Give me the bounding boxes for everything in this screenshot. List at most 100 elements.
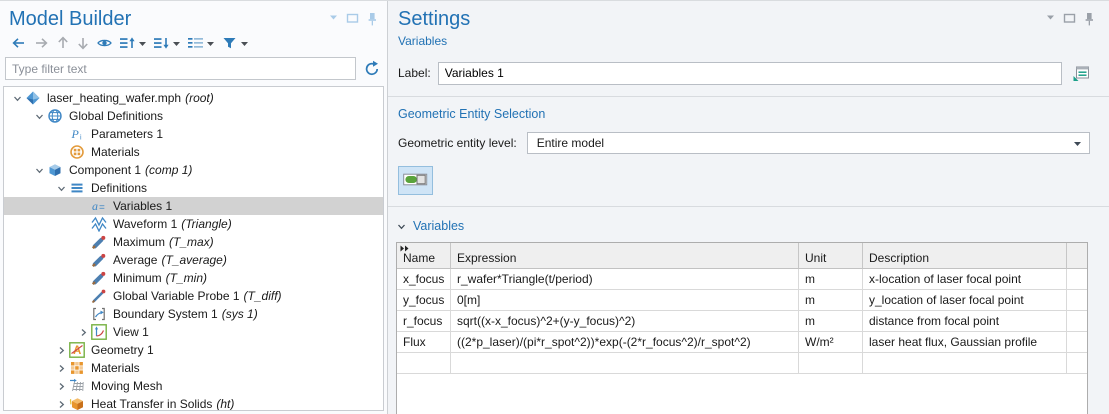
- table-cell[interactable]: 0[m]: [451, 290, 799, 311]
- table-cell[interactable]: [799, 353, 863, 374]
- variables-a-icon: a=: [91, 198, 108, 214]
- probe-slim-icon: [91, 288, 108, 304]
- expand-icon[interactable]: [76, 327, 91, 338]
- panel-menu-button[interactable]: [328, 12, 339, 26]
- table-cell[interactable]: [1067, 290, 1087, 311]
- active-selection-toggle-button[interactable]: [398, 166, 433, 195]
- tree-item[interactable]: AGeometry 1: [4, 341, 383, 359]
- tree-item[interactable]: Global Variable Probe 1(T_diff): [4, 287, 383, 305]
- table-cell[interactable]: y_focus: [397, 290, 451, 311]
- expand-all-dropdown-icon[interactable]: [172, 39, 181, 48]
- expand-icon[interactable]: [54, 345, 69, 356]
- collapse-icon[interactable]: [32, 165, 47, 176]
- geometric-entity-level-value: Entire model: [537, 136, 604, 150]
- tree-item[interactable]: Maximum(T_max): [4, 233, 383, 251]
- filter-dropdown-icon[interactable]: [240, 39, 249, 48]
- tree-item-tag: (T_min): [166, 271, 207, 285]
- expand-icon[interactable]: [54, 381, 69, 392]
- tree-item[interactable]: Materials: [4, 359, 383, 377]
- table-cell[interactable]: [1067, 332, 1087, 353]
- tree-item[interactable]: Definitions: [4, 179, 383, 197]
- geometric-entity-selection-heading: Geometric Entity Selection: [388, 97, 1109, 121]
- table-body: x_focusr_wafer*Triangle(t/period)mx-loca…: [397, 269, 1087, 374]
- table-cell[interactable]: [1067, 353, 1087, 374]
- table-cell[interactable]: x_focus: [397, 269, 451, 290]
- tree-item[interactable]: Moving Mesh: [4, 377, 383, 395]
- tree-item[interactable]: Component 1(comp 1): [4, 161, 383, 179]
- label-rename-button[interactable]: [1069, 61, 1093, 85]
- table-cell[interactable]: x-location of laser focal point: [863, 269, 1067, 290]
- pin-panel-button[interactable]: [366, 12, 378, 26]
- table-cell[interactable]: W/m²: [799, 332, 863, 353]
- collapse-icon[interactable]: [54, 183, 69, 194]
- tree-item[interactable]: Materials: [4, 143, 383, 161]
- label-input[interactable]: [438, 62, 1062, 85]
- table-row: Flux((2*p_laser)/(pi*r_spot^2))*exp(-(2*…: [397, 332, 1087, 353]
- float-panel-button[interactable]: [1063, 12, 1076, 26]
- table-cell[interactable]: [397, 353, 451, 374]
- table-cell[interactable]: [1067, 311, 1087, 332]
- table-cell[interactable]: [451, 353, 799, 374]
- list-collapse-icon: [119, 35, 136, 51]
- back-button[interactable]: [8, 35, 29, 51]
- geometric-entity-level-select[interactable]: Entire model: [527, 132, 1090, 154]
- collapse-icon[interactable]: [10, 93, 25, 104]
- pin-panel-button[interactable]: [1083, 12, 1095, 26]
- float-panel-button[interactable]: [346, 12, 359, 26]
- collapse-all-button[interactable]: [117, 35, 149, 51]
- table-cell[interactable]: y_location of laser focal point: [863, 290, 1067, 311]
- table-cell[interactable]: distance from focal point: [863, 311, 1067, 332]
- tree-item[interactable]: PiParameters 1: [4, 125, 383, 143]
- forward-button[interactable]: [31, 35, 52, 51]
- tree-item[interactable]: Minimum(T_min): [4, 269, 383, 287]
- refresh-icon[interactable]: [363, 60, 381, 78]
- table-row: y_focus0[m]my_location of laser focal po…: [397, 290, 1087, 311]
- move-up-button[interactable]: [54, 35, 72, 51]
- table-cell[interactable]: ((2*p_laser)/(pi*r_spot^2))*exp(-(2*r_fo…: [451, 332, 799, 353]
- table-cell[interactable]: r_wafer*Triangle(t/period): [451, 269, 799, 290]
- tree-item[interactable]: View 1: [4, 323, 383, 341]
- model-tree-node-text-dropdown-icon[interactable]: [206, 39, 215, 48]
- table-cell[interactable]: [863, 353, 1067, 374]
- tree-item[interactable]: Heat Transfer in Solids(ht): [4, 395, 383, 411]
- expand-icon[interactable]: [54, 399, 69, 410]
- table-cell[interactable]: laser heat flux, Gaussian profile: [863, 332, 1067, 353]
- definitions-lines-icon: [69, 180, 86, 196]
- probe-pen-icon: [91, 234, 108, 250]
- column-header-extra: [1067, 243, 1087, 269]
- tree-item[interactable]: Waveform 1(Triangle): [4, 215, 383, 233]
- materials-grid-icon: [69, 360, 86, 376]
- section-collapse-icon: [396, 221, 407, 232]
- table-cell[interactable]: r_focus: [397, 311, 451, 332]
- expand-icon[interactable]: [54, 363, 69, 374]
- tree-item-tag: (T_diff): [244, 289, 282, 303]
- arrow-left-icon: [10, 35, 27, 51]
- collapse-icon[interactable]: [32, 111, 47, 122]
- tree-item[interactable]: a=Variables 1: [4, 197, 383, 215]
- table-cell[interactable]: m: [799, 311, 863, 332]
- tree-item[interactable]: laser_heating_wafer.mph(root): [4, 89, 383, 107]
- moving-mesh-icon: [69, 378, 86, 394]
- variables-section-header[interactable]: Variables: [388, 207, 1109, 233]
- table-cell[interactable]: Flux: [397, 332, 451, 353]
- filter-input[interactable]: [5, 57, 356, 80]
- tree-item-label: Maximum: [113, 235, 165, 249]
- model-tree-node-text-button[interactable]: [185, 35, 217, 51]
- table-cell[interactable]: m: [799, 290, 863, 311]
- settings-subtitle: Variables: [398, 34, 1109, 48]
- expand-all-button[interactable]: [151, 35, 183, 51]
- move-down-button[interactable]: [74, 35, 92, 51]
- table-cell[interactable]: sqrt((x-x_focus)^2+(y-y_focus)^2): [451, 311, 799, 332]
- table-cell[interactable]: [1067, 269, 1087, 290]
- geometry-a-icon: A: [69, 342, 86, 358]
- table-cell[interactable]: m: [799, 269, 863, 290]
- collapse-all-dropdown-icon[interactable]: [138, 39, 147, 48]
- tree-item[interactable]: Global Definitions: [4, 107, 383, 125]
- tree-item-label: Global Definitions: [69, 109, 163, 123]
- tree-item[interactable]: Average(T_average): [4, 251, 383, 269]
- show-button[interactable]: [94, 35, 115, 51]
- panel-menu-button[interactable]: [1045, 12, 1056, 26]
- tree-item[interactable]: Boundary System 1(sys 1): [4, 305, 383, 323]
- filter-button[interactable]: [219, 35, 251, 51]
- waveform-icon: [91, 216, 108, 232]
